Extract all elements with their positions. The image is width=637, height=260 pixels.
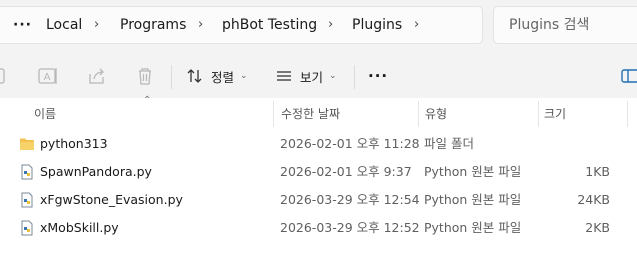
- sort-label: 정렬: [211, 69, 235, 85]
- folder-icon: [20, 138, 34, 150]
- view-button[interactable]: 보기 ⌄: [274, 62, 337, 90]
- chevron-down-icon: ⌄: [329, 71, 337, 81]
- breadcrumb-plugins[interactable]: Plugins: [352, 7, 402, 43]
- address-bar[interactable]: ··· Local › Programs › phBot Testing › P…: [0, 6, 483, 44]
- column-header-size[interactable]: 크기: [544, 101, 566, 127]
- file-name: xFgwStone_Evasion.py: [40, 192, 183, 207]
- file-modified: 2026-03-29 오후 12:54: [280, 192, 420, 207]
- new-item-icon[interactable]: [0, 64, 10, 88]
- breadcrumb-separator[interactable]: ›: [198, 7, 203, 43]
- breadcrumb-programs[interactable]: Programs: [120, 7, 186, 43]
- file-name: SpawnPandora.py: [40, 164, 152, 179]
- sort-button[interactable]: 정렬 ⌄: [185, 62, 248, 90]
- share-icon[interactable]: [85, 64, 109, 88]
- address-more-button[interactable]: ···: [13, 7, 32, 43]
- file-row-python313[interactable]: python313 2026-02-01 오후 11:28 파일 폴더: [0, 130, 637, 158]
- file-modified: 2026-03-29 오후 12:52: [280, 220, 420, 235]
- column-divider[interactable]: [273, 101, 274, 127]
- more-options-button[interactable]: ···: [368, 62, 388, 90]
- file-row-xmobskill[interactable]: xMobSkill.py 2026-03-29 오후 12:52 Python …: [0, 214, 637, 242]
- column-divider[interactable]: [538, 101, 539, 127]
- svg-text:A: A: [44, 72, 51, 83]
- delete-icon[interactable]: [133, 64, 157, 88]
- column-header-name[interactable]: 이름: [34, 101, 56, 127]
- breadcrumb-local[interactable]: Local: [46, 7, 82, 43]
- toolbar-divider: [354, 65, 355, 89]
- file-size: 2KB: [585, 220, 610, 235]
- column-divider[interactable]: [418, 101, 419, 127]
- file-modified: 2026-02-01 오후 9:37: [280, 164, 412, 179]
- column-divider[interactable]: [627, 101, 628, 127]
- breadcrumb-phbot-testing[interactable]: phBot Testing: [222, 7, 317, 43]
- file-name: python313: [40, 136, 108, 151]
- python-file-icon: [21, 164, 33, 180]
- search-input[interactable]: Plugins 검색: [493, 6, 637, 44]
- details-pane-icon[interactable]: [620, 64, 637, 88]
- file-name: xMobSkill.py: [40, 220, 119, 235]
- file-type: Python 원본 파일: [424, 192, 522, 207]
- file-type: 파일 폴더: [424, 136, 474, 151]
- column-header-modified[interactable]: 수정한 날짜: [281, 101, 340, 127]
- file-modified: 2026-02-01 오후 11:28: [280, 136, 420, 151]
- python-file-icon: [21, 220, 33, 236]
- toolbar-divider: [171, 65, 172, 89]
- file-type: Python 원본 파일: [424, 220, 522, 235]
- breadcrumb-separator[interactable]: ›: [94, 7, 99, 43]
- file-size: 1KB: [585, 164, 610, 179]
- breadcrumb-separator[interactable]: ›: [328, 7, 333, 43]
- file-type: Python 원본 파일: [424, 164, 522, 179]
- view-icon: [277, 71, 291, 81]
- file-size: 24KB: [577, 192, 610, 207]
- file-row-xfgwstone-evasion[interactable]: xFgwStone_Evasion.py 2026-03-29 오후 12:54…: [0, 186, 637, 214]
- chevron-down-icon: ⌄: [240, 71, 248, 81]
- file-row-spawnpandora[interactable]: SpawnPandora.py 2026-02-01 오후 9:37 Pytho…: [0, 158, 637, 186]
- search-placeholder: Plugins 검색: [509, 17, 590, 33]
- column-header-type[interactable]: 유형: [425, 101, 447, 127]
- sort-ascending-icon: ⌃: [143, 95, 152, 106]
- rename-icon[interactable]: A: [36, 64, 60, 88]
- python-file-icon: [21, 192, 33, 208]
- sort-icon: [187, 69, 202, 83]
- breadcrumb-separator[interactable]: ›: [414, 7, 419, 43]
- view-label: 보기: [300, 69, 324, 85]
